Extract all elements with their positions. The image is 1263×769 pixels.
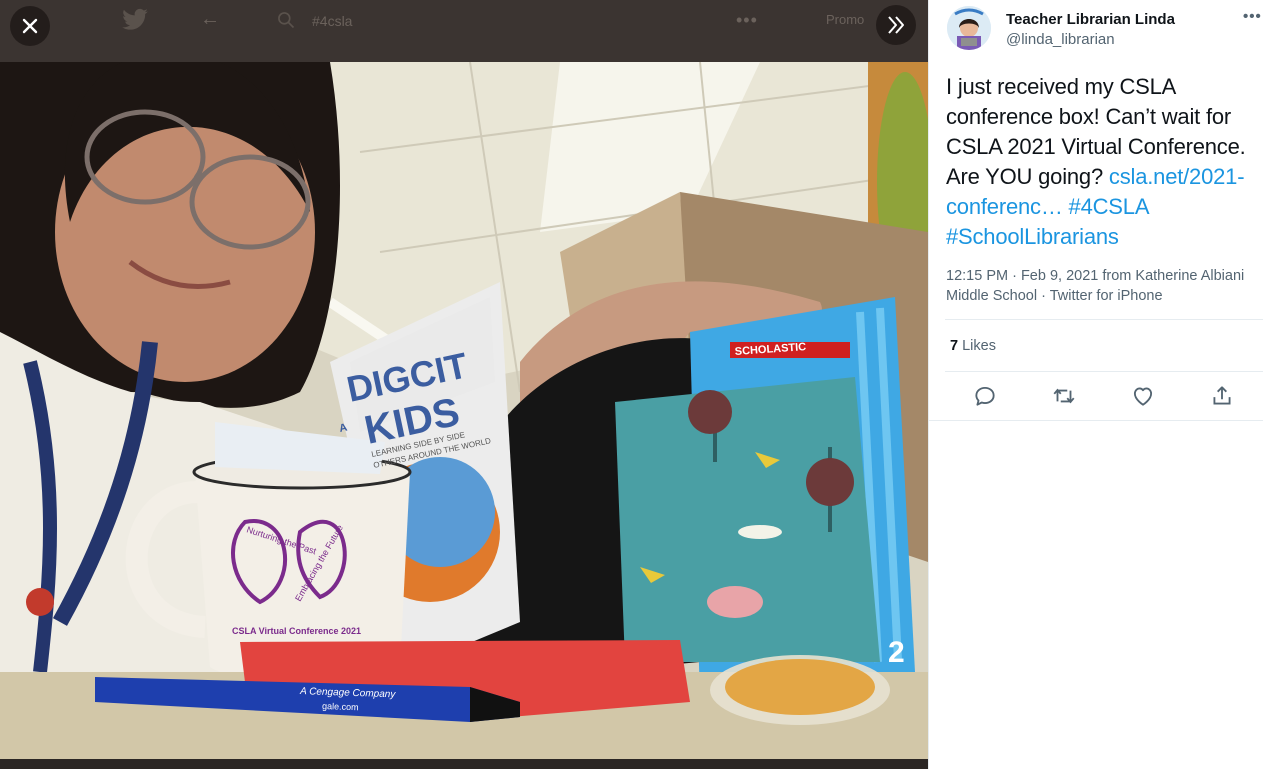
tweet-detail-panel: Teacher Librarian Linda @linda_librarian…: [928, 0, 1263, 769]
reply-icon: [975, 386, 995, 406]
author-name[interactable]: Teacher Librarian Linda: [1006, 11, 1175, 28]
background-header: ← #4csla ••• Promo: [0, 0, 928, 62]
avatar-illustration: [947, 6, 991, 50]
pen-url: gale.com: [322, 701, 359, 712]
mug-footer: CSLA Virtual Conference 2021: [232, 626, 361, 636]
heart-icon: [1133, 387, 1153, 406]
divider: [945, 319, 1263, 320]
tweet-photo: DIGCIT A KIDS LEARNING SIDE BY SIDE OTHE…: [0, 62, 928, 759]
expand-panel-button[interactable]: [876, 5, 916, 45]
media-viewer: ← #4csla ••• Promo DIGCIT A KIDS LEARNIN…: [0, 0, 928, 769]
back-arrow-icon: ←: [200, 8, 220, 30]
reply-button[interactable]: [972, 383, 998, 409]
likes-count: 7: [950, 338, 959, 354]
twitter-bird-icon: [122, 8, 148, 30]
viewer-bottom-strip: [0, 759, 928, 769]
tweet-text: I just received my CSLA conference box! …: [946, 72, 1262, 252]
likes-label: Likes: [962, 338, 996, 354]
background-promo-label: Promo: [826, 12, 865, 27]
likes-row[interactable]: 7 Likes: [950, 338, 996, 354]
retweet-button[interactable]: [1051, 383, 1077, 409]
avatar[interactable]: [947, 6, 991, 50]
box-number: 2: [888, 636, 905, 669]
close-button[interactable]: [10, 6, 50, 46]
divider: [929, 420, 1263, 421]
close-icon: [22, 18, 38, 34]
share-icon: [1213, 386, 1231, 405]
photo-illustration: DIGCIT A KIDS LEARNING SIDE BY SIDE OTHE…: [0, 62, 928, 759]
author-handle[interactable]: @linda_librarian: [1006, 31, 1115, 48]
like-button[interactable]: [1130, 383, 1156, 409]
hashtag-schoollibrarians[interactable]: #SchoolLibrarians: [946, 224, 1119, 249]
more-options-icon[interactable]: •••: [1243, 8, 1262, 25]
background-search-query: #4csla: [312, 13, 353, 29]
tweet-metadata: 12:15 PM · Feb 9, 2021 from Katherine Al…: [946, 268, 1245, 304]
search-icon: [278, 12, 295, 29]
divider: [945, 371, 1263, 372]
background-more-icon: •••: [736, 10, 758, 30]
double-chevron-right-icon: [888, 16, 904, 34]
share-button[interactable]: [1209, 383, 1235, 409]
retweet-icon: [1053, 388, 1075, 404]
hashtag-4csla[interactable]: #4CSLA: [1069, 194, 1149, 219]
